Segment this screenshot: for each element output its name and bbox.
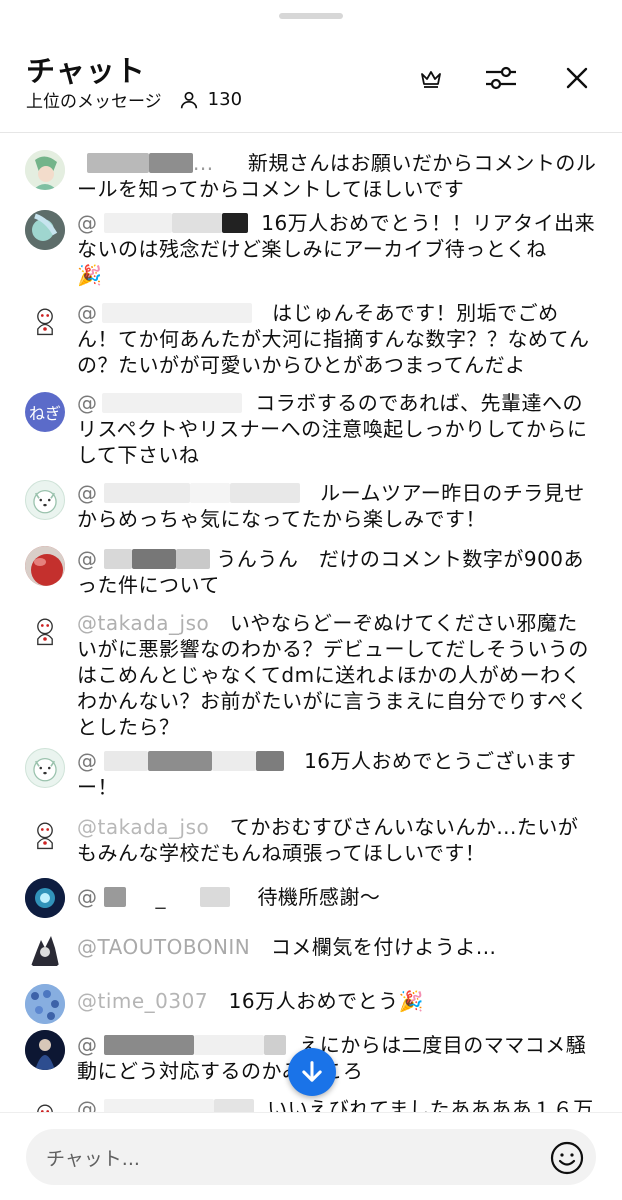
smiley-icon (550, 1141, 584, 1175)
page-title: チャット (26, 54, 146, 88)
avatar[interactable] (25, 300, 65, 340)
crown-button[interactable] (411, 58, 451, 98)
avatar[interactable] (25, 210, 65, 250)
message-text: @takada_jso いやならどーぞぬけてください邪魔たいがに悪影響なのわかる… (77, 610, 589, 739)
message-text: @time_0307 16万人おめでとう🎉 (77, 988, 425, 1014)
message-text: @takada_jso てかおむすびさんいないんか...たいがもみんな学校だもん… (77, 814, 579, 865)
avatar[interactable]: ねぎ (25, 392, 65, 432)
chat-message-list[interactable]: ... 新規さんはお願いだからコメントのルールを知ってからコメントしてほしいです… (0, 134, 622, 1112)
avatar[interactable] (25, 1030, 65, 1070)
person-icon (178, 89, 200, 111)
avatar[interactable] (25, 546, 65, 586)
sort-mode-label[interactable]: 上位のメッセージ (26, 87, 162, 112)
author-name[interactable]: @time_0307 (77, 988, 208, 1014)
author-name[interactable]: @ (77, 1096, 254, 1112)
message-text: @ えにからは二度目のママコメ騒動にどう対応するのかみどころ (77, 1032, 587, 1083)
author-name[interactable]: @ (77, 1032, 286, 1058)
avatar[interactable] (25, 150, 65, 190)
viewer-count: 130 (207, 89, 243, 110)
message-text: @ _ 待機所感謝〜 (77, 884, 381, 910)
message-text: @TAOUTOBONIN コメ欄気を付けようよ... (77, 934, 497, 960)
author-name[interactable]: @takada_jso (77, 814, 209, 840)
author-name[interactable]: @ (77, 390, 242, 416)
chat-input-placeholder: チャット... (46, 1147, 140, 1170)
scroll-to-latest-button[interactable] (288, 1048, 336, 1096)
author-name[interactable]: @ _ (77, 884, 230, 910)
author-name[interactable]: @takada_jso (77, 610, 209, 636)
chat-input[interactable]: チャット... (26, 1129, 596, 1185)
message-text: @ いいえびれてましたああああ１６万 (77, 1096, 597, 1112)
party-popper-emoji: 🎉 (77, 263, 103, 287)
emoji-button[interactable] (550, 1141, 584, 1175)
message-text: @ うんうん だけのコメント数字が900あった件について (77, 546, 585, 597)
chat-subheader: 上位のメッセージ 130 (26, 87, 242, 112)
crown-icon (421, 71, 441, 88)
author-name[interactable]: @ (77, 748, 284, 774)
avatar[interactable] (25, 814, 65, 854)
avatar[interactable] (25, 878, 65, 918)
party-popper-emoji: 🎉 (398, 989, 425, 1013)
author-name[interactable]: @ (77, 546, 210, 572)
author-name[interactable]: @ (77, 300, 252, 326)
message-text: @ コラボするのであれば、先輩達へのリスペクトやリスナーへの注意喚起しっかりして… (77, 390, 588, 467)
avatar[interactable] (25, 480, 65, 520)
chat-footer: チャット... (0, 1112, 622, 1200)
message-text: @ 16万人おめでとうございますー！ (77, 748, 577, 799)
avatar[interactable] (25, 984, 65, 1024)
avatar[interactable] (25, 748, 65, 788)
filter-settings-button[interactable] (481, 58, 521, 98)
arrow-down-icon (302, 1061, 322, 1082)
message-text: @ はじゅんそあです！別垢でごめん！てか何あんたが大河に指摘すんな数字？？なめて… (77, 300, 590, 377)
close-button[interactable] (557, 58, 597, 98)
avatar[interactable] (25, 1096, 65, 1112)
author-name[interactable]: ... (77, 150, 214, 176)
chat-header: チャット 上位のメッセージ 130 (0, 0, 622, 133)
author-name[interactable]: @ (77, 480, 300, 506)
author-name[interactable]: @TAOUTOBONIN (77, 934, 250, 960)
message-text: @ 16万人おめでとう！！リアタイ出来ないのは残念だけど楽しみにアーカイブ待っと… (77, 210, 596, 287)
avatar[interactable] (25, 930, 65, 970)
message-text: @ ルームツアー昨日のチラ見せからめっちゃ気になってたから楽しみです！ (77, 480, 585, 531)
avatar[interactable] (25, 610, 65, 650)
author-name[interactable]: @ (77, 210, 248, 236)
message-text: ... 新規さんはお願いだからコメントのルールを知ってからコメントしてほしいです (77, 150, 597, 201)
close-icon (566, 67, 588, 89)
tune-icon (486, 66, 516, 90)
